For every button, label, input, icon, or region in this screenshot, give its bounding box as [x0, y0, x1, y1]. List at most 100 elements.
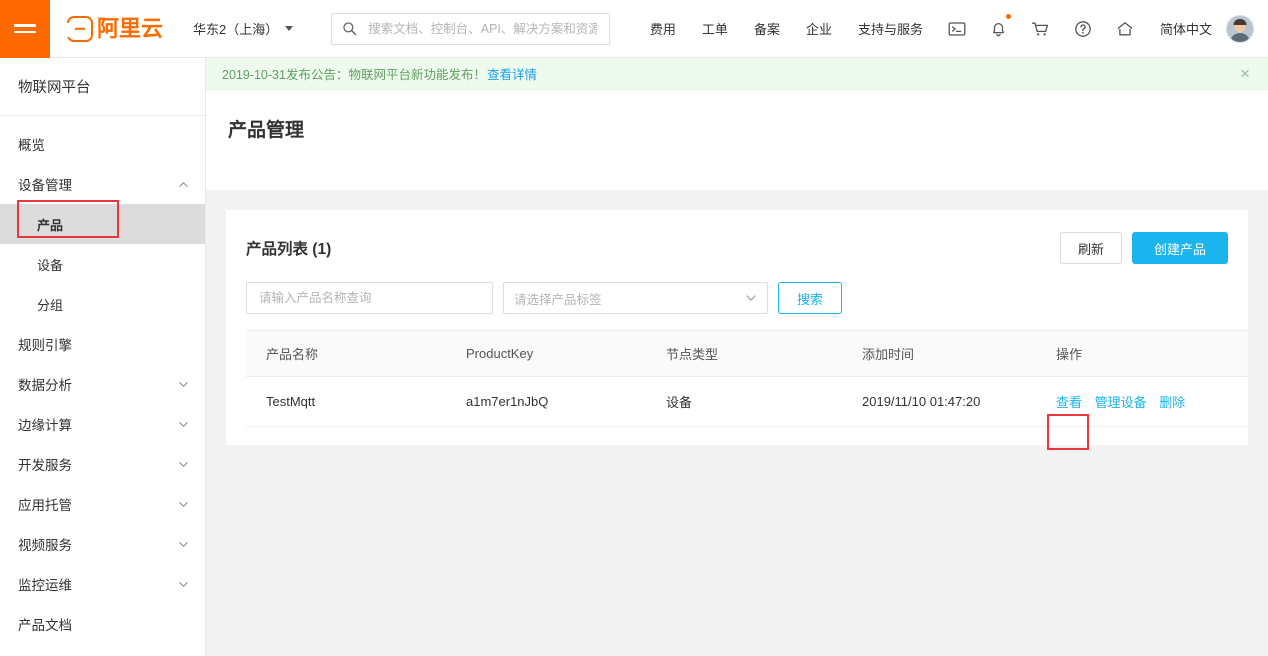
chevron-down-icon: [285, 26, 294, 31]
manage-device-link[interactable]: 管理设备: [1095, 395, 1147, 410]
chevron-down-icon: [179, 541, 188, 547]
sidebar-item-label: 产品: [37, 217, 64, 233]
chevron-up-icon: [179, 181, 188, 187]
nav-item-enterprise[interactable]: 企业: [793, 19, 845, 38]
help-icon[interactable]: [1062, 20, 1104, 38]
sidebar-item-label: 概览: [18, 138, 45, 153]
sidebar-item-label: 规则引擎: [18, 338, 72, 353]
sidebar-item-edge-computing[interactable]: 边缘计算: [0, 404, 205, 444]
page-title: 产品管理: [228, 120, 305, 141]
sidebar-item-product-docs[interactable]: 产品文档: [0, 604, 205, 644]
header-nav: 费用 工单 备案 企业 支持与服务 简体中文: [637, 0, 1268, 58]
sidebar-menu: 概览 设备管理 产品 设备 分组 规则引擎 数据分析 边缘计算 开发服务 应用托…: [0, 116, 205, 644]
cell-product-name: TestMqtt: [246, 376, 446, 427]
top-header: 阿里云 华东2（上海） 费用 工单 备案 企业 支持与服务: [0, 0, 1268, 58]
sidebar-item-label: 开发服务: [18, 458, 72, 473]
sidebar-item-label: 边缘计算: [18, 418, 72, 433]
nav-item-support[interactable]: 支持与服务: [845, 19, 936, 38]
sidebar-item-data-analysis[interactable]: 数据分析: [0, 364, 205, 404]
chevron-down-icon: [179, 581, 188, 587]
sidebar-item-development-service[interactable]: 开发服务: [0, 444, 205, 484]
sidebar-item-group[interactable]: 分组: [0, 284, 205, 324]
aliyun-bracket-icon: [66, 15, 93, 42]
search-input[interactable]: [366, 20, 600, 37]
avatar[interactable]: [1226, 14, 1254, 43]
column-header-operations: 操作: [1036, 330, 1248, 377]
sidebar-item-application-hosting[interactable]: 应用托管: [0, 484, 205, 524]
sidebar: 物联网平台 概览 设备管理 产品 设备 分组 规则引擎 数据分析 边缘计算 开发…: [0, 58, 206, 656]
card-header: 产品列表 (1) 刷新 创建产品: [246, 210, 1228, 272]
page-root: 阿里云 华东2（上海） 费用 工单 备案 企业 支持与服务: [0, 0, 1268, 656]
close-icon[interactable]: ×: [1236, 63, 1254, 84]
product-name-field[interactable]: [246, 282, 493, 314]
cart-icon[interactable]: [1019, 20, 1062, 38]
notice-banner: 2019-10-31发布公告：物联网平台新功能发布！ 查看详情 ×: [206, 58, 1268, 90]
avatar-body: [1230, 32, 1250, 42]
product-list-card: 产品列表 (1) 刷新 创建产品 请选择产品标签: [226, 210, 1248, 445]
notification-badge: [1005, 13, 1011, 19]
view-link[interactable]: 查看: [1056, 395, 1082, 410]
chevron-down-icon: [179, 461, 188, 467]
column-header-product-key: ProductKey: [446, 330, 646, 377]
sidebar-item-video-service[interactable]: 视频服务: [0, 524, 205, 564]
nav-item-filing[interactable]: 备案: [741, 19, 793, 38]
avatar-hair: [1233, 18, 1247, 25]
card-actions: 刷新 创建产品: [1060, 232, 1228, 264]
search-button[interactable]: 搜索: [778, 282, 842, 314]
column-header-created-at: 添加时间: [842, 330, 1036, 377]
global-search[interactable]: [331, 12, 611, 45]
create-product-button[interactable]: 创建产品: [1132, 232, 1228, 264]
chevron-down-icon: [179, 501, 188, 507]
column-header-product-name: 产品名称: [246, 330, 446, 377]
table-row: TestMqtt a1m7er1nJbQ 设备 2019/11/10 01:47…: [246, 376, 1248, 427]
notice-text: 2019-10-31发布公告：物联网平台新功能发布！: [222, 68, 486, 82]
sidebar-item-monitoring-ops[interactable]: 监控运维: [0, 564, 205, 604]
main-content: 产品管理 产品列表 (1) 刷新 创建产品 请选择产品标签: [206, 90, 1268, 656]
bell-icon[interactable]: [978, 13, 1019, 38]
sidebar-item-label: 监控运维: [18, 578, 72, 593]
product-tag-value: 请选择产品标签: [514, 292, 602, 307]
table-head: 产品名称 ProductKey 节点类型 添加时间 操作: [246, 330, 1248, 377]
sidebar-item-rule-engine[interactable]: 规则引擎: [0, 324, 205, 364]
cell-node-type: 设备: [646, 376, 842, 427]
nav-item-fee[interactable]: 费用: [637, 19, 689, 38]
sidebar-item-label: 设备管理: [18, 178, 72, 193]
product-tag-select[interactable]: 请选择产品标签: [503, 282, 768, 314]
notice-detail-link[interactable]: 查看详情: [487, 64, 537, 83]
language-selector[interactable]: 简体中文: [1146, 19, 1224, 38]
page-body: 产品列表 (1) 刷新 创建产品 请选择产品标签: [206, 190, 1268, 656]
product-table: 产品名称 ProductKey 节点类型 添加时间 操作 TestMqtt a1…: [246, 330, 1248, 427]
sidebar-item-label: 数据分析: [18, 378, 72, 393]
card-title: 产品列表 (1): [246, 241, 332, 258]
cell-created-at: 2019/11/10 01:47:20: [842, 376, 1036, 427]
refresh-button[interactable]: 刷新: [1060, 232, 1122, 264]
region-label: 华东2（上海）: [193, 22, 279, 37]
sidebar-title: 物联网平台: [0, 58, 205, 116]
cell-product-key: a1m7er1nJbQ: [446, 376, 646, 427]
home-icon[interactable]: [1104, 20, 1146, 38]
table-header-row: 产品名称 ProductKey 节点类型 添加时间 操作: [246, 330, 1248, 377]
sidebar-item-label: 设备: [37, 257, 64, 273]
cell-operations: 查看 管理设备 删除: [1036, 376, 1248, 427]
terminal-icon[interactable]: [936, 20, 978, 38]
sidebar-item-overview[interactable]: 概览: [0, 124, 205, 164]
search-icon: [343, 22, 357, 36]
region-selector[interactable]: 华东2（上海）: [193, 19, 294, 38]
chevron-down-icon: [179, 421, 188, 427]
table-body: TestMqtt a1m7er1nJbQ 设备 2019/11/10 01:47…: [246, 376, 1248, 427]
sidebar-item-label: 分组: [37, 297, 64, 313]
delete-link[interactable]: 删除: [1159, 395, 1185, 410]
hamburger-icon[interactable]: [0, 0, 50, 58]
chevron-down-icon: [746, 295, 756, 301]
sidebar-item-product[interactable]: 产品: [0, 204, 205, 244]
sidebar-item-label: 视频服务: [18, 538, 72, 553]
column-header-node-type: 节点类型: [646, 330, 842, 377]
sidebar-item-device-management[interactable]: 设备管理: [0, 164, 205, 204]
sidebar-item-label: 应用托管: [18, 498, 72, 513]
nav-item-ticket[interactable]: 工单: [689, 19, 741, 38]
product-name-input[interactable]: [257, 290, 482, 306]
sidebar-item-device[interactable]: 设备: [0, 244, 205, 284]
sidebar-item-label: 产品文档: [18, 618, 72, 633]
aliyun-logo[interactable]: 阿里云: [66, 15, 163, 42]
filter-bar: 请选择产品标签 搜索: [246, 272, 1228, 330]
